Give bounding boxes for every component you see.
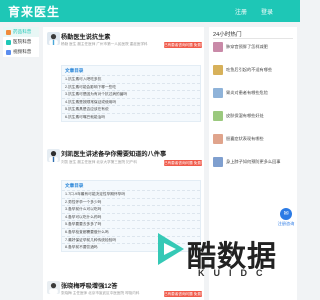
watermark: 酷数据 KUIDC xyxy=(150,225,300,300)
hospital-icon xyxy=(6,39,11,45)
hot-item-label: 胃炎对患者有哪些危险 xyxy=(226,90,268,95)
watermark-subtext: KUIDC xyxy=(198,268,272,278)
hot-item[interactable]: 胃炎对患者有哪些危险 xyxy=(213,88,268,98)
article-title[interactable]: 张晓梅呼吸增强12答 xyxy=(61,281,117,290)
toc-item[interactable]: 2.抗生素可能会影响下哪一些吃 xyxy=(62,82,200,91)
toc-item[interactable]: 4.备孕可以吃什么药吗 xyxy=(62,212,200,221)
hot-item[interactable]: 吃鱼后引起的不适有哪些 xyxy=(213,65,272,75)
video-icon xyxy=(6,49,11,55)
chat-icon[interactable]: ✉ xyxy=(280,208,292,220)
article-toc: 文章目录 1.抗生素可入吧吃多抗 2.抗生素可能会影响下哪一些吃 3.抗生素可是… xyxy=(61,65,201,122)
hot-item-label: 吃鱼后引起的不适有哪些 xyxy=(226,67,273,72)
free-ask-button[interactable]: 已有患者咨询问题 免费问 xyxy=(164,42,202,48)
hot-item-label: 胆囊症状表现有哪些 xyxy=(226,136,264,141)
doctor-avatar[interactable] xyxy=(47,149,60,162)
toc-item[interactable]: 2.男性怀孕一个多少吗 xyxy=(62,197,200,206)
hot-item-label: 肺穿宫颈胖了怎样减肥 xyxy=(226,44,268,49)
toc-item[interactable]: 1.抗生素可入吧吃多抗 xyxy=(62,75,200,83)
category-sidebar: 药品科普 医院科普 视频科普 xyxy=(3,27,39,57)
sidebar-item-label: 药品科普 xyxy=(13,29,32,34)
article-meta: 张晓梅 主任医师 北京市宣武区中医医院 呼吸内科 xyxy=(61,291,140,295)
hot-item[interactable]: 肺穿宫颈胖了怎样减肥 xyxy=(213,42,268,52)
hot-thumbnail xyxy=(213,134,223,144)
hot-thumbnail xyxy=(213,111,223,121)
article-meta: 刘凯 医生 副主任医师 北京大学第三医院 妇产科 xyxy=(61,160,137,164)
sidebar-item-label: 医院科普 xyxy=(13,39,32,44)
hot-item-label: 身上脖子如何预防更多么回事 xyxy=(226,159,281,164)
hot-thumbnail xyxy=(213,65,223,75)
toc-item[interactable]: 3.备孕前什么可以吃吗 xyxy=(62,205,200,213)
toc-title: 文章目录 xyxy=(65,68,84,73)
divider xyxy=(213,38,293,39)
toc-item[interactable]: 5.抗生素具是否应该在有说 xyxy=(62,105,200,113)
sidebar-item-videos[interactable]: 视频科普 xyxy=(3,47,39,57)
hot-item[interactable]: 皮肤保湿有哪些好处 xyxy=(213,111,264,121)
toc-item[interactable]: 4.抗生素是按顺常保证或使用吗 xyxy=(62,97,200,106)
toc-title: 文章目录 xyxy=(65,183,84,188)
sidebar-item-label: 视频科普 xyxy=(13,49,32,54)
article-title[interactable]: 杨勤医生说抗生素 xyxy=(61,32,111,41)
hot-panel-title: 24小时热门 xyxy=(213,32,242,38)
toc-item[interactable]: 1.7口-9年最有可能决定性孕期怀孕吗 xyxy=(62,190,200,198)
doctor-avatar[interactable] xyxy=(47,281,60,294)
hot-thumbnail xyxy=(213,42,223,52)
watermark-logo-icon xyxy=(158,233,184,265)
pill-icon xyxy=(6,29,11,35)
hot-item[interactable]: 身上脖子如何预防更多么回事 xyxy=(213,157,280,167)
site-header: 育来医生 注册 登录 xyxy=(0,0,300,22)
hot-item[interactable]: 胆囊症状表现有哪些 xyxy=(213,134,264,144)
article-title[interactable]: 刘凯医生讲述备孕你需要知道的八件事 xyxy=(61,149,166,158)
register-link[interactable]: 注册 xyxy=(235,7,247,16)
toc-item[interactable]: 3.抗生素可是因为有对个抗过病的菌吗 xyxy=(62,90,200,98)
free-ask-button[interactable]: 已有患者咨询问题 免费问 xyxy=(164,160,202,166)
login-link[interactable]: 登录 xyxy=(261,7,273,16)
site-logo[interactable]: 育来医生 xyxy=(8,3,60,20)
hot-item-label: 皮肤保湿有哪些好处 xyxy=(226,113,264,118)
sidebar-item-drugs[interactable]: 药品科普 xyxy=(3,27,39,37)
hot-thumbnail xyxy=(213,157,223,167)
article-meta: 杨勤 医生 副主任医师 广州市第一人民医院 重症医学科 xyxy=(61,42,148,46)
hot-thumbnail xyxy=(213,88,223,98)
doctor-avatar[interactable] xyxy=(47,32,60,45)
sidebar-item-hospitals[interactable]: 医院科普 xyxy=(3,37,39,47)
toc-item[interactable]: 6.抗生素可嘴巴就能治吗 xyxy=(62,112,200,121)
